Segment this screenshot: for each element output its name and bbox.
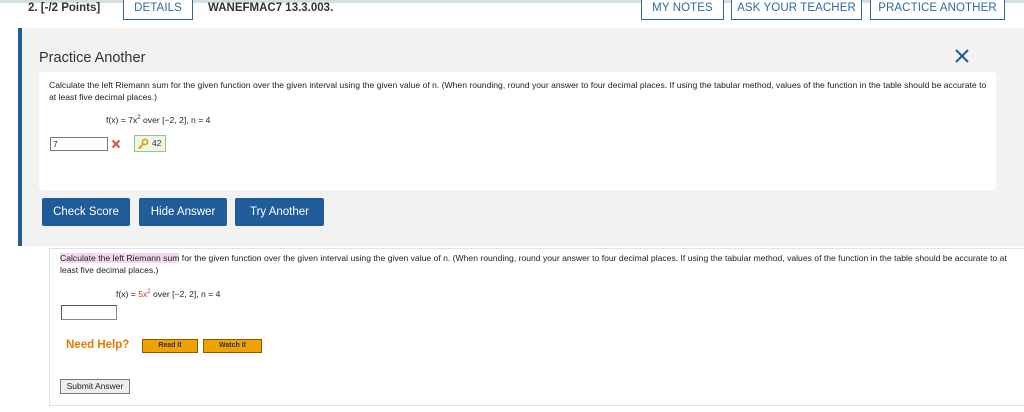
check-score-button[interactable]: Check Score: [42, 198, 130, 226]
my-notes-button[interactable]: MY NOTES: [641, 0, 724, 20]
practice-another-button[interactable]: PRACTICE ANOTHER: [870, 0, 1005, 20]
question-code: WANEFMAC7 13.3.003.: [208, 2, 334, 14]
need-help-label: Need Help?: [66, 339, 130, 351]
hide-answer-button[interactable]: Hide Answer: [139, 198, 227, 226]
practice-panel-title: Practice Another: [39, 50, 146, 66]
main-function: f(x) = 5x2 over [−2, 2], n = 4: [116, 289, 221, 299]
main-answer-input[interactable]: [61, 305, 117, 320]
practice-panel-accent: [18, 28, 22, 246]
watch-it-button[interactable]: Watch It: [203, 339, 262, 353]
main-question-text: Calculate the left Riemann sum for the g…: [60, 253, 1007, 275]
practice-question-text: Calculate the left Riemann sum for the g…: [49, 80, 987, 102]
correct-answer-box: 42: [134, 135, 166, 152]
read-it-button[interactable]: Read It: [142, 339, 198, 353]
submit-answer-button[interactable]: Submit Answer: [60, 379, 130, 394]
practice-function: f(x) = 7x2 over [−2, 2], n = 4: [106, 115, 211, 125]
question-number: 2. [-/2 Points]: [28, 2, 101, 14]
key-icon: [137, 138, 149, 150]
details-button[interactable]: DETAILS: [123, 0, 193, 20]
practice-answer-input[interactable]: 7: [50, 137, 108, 151]
wrong-mark-icon: [111, 139, 121, 149]
close-icon[interactable]: [952, 46, 972, 66]
ask-your-teacher-button[interactable]: ASK YOUR TEACHER: [731, 0, 862, 20]
highlighted-text: Calculate the left Riemann sum: [60, 253, 180, 263]
correct-answer-value: 42: [152, 138, 162, 148]
try-another-button[interactable]: Try Another: [235, 198, 324, 226]
